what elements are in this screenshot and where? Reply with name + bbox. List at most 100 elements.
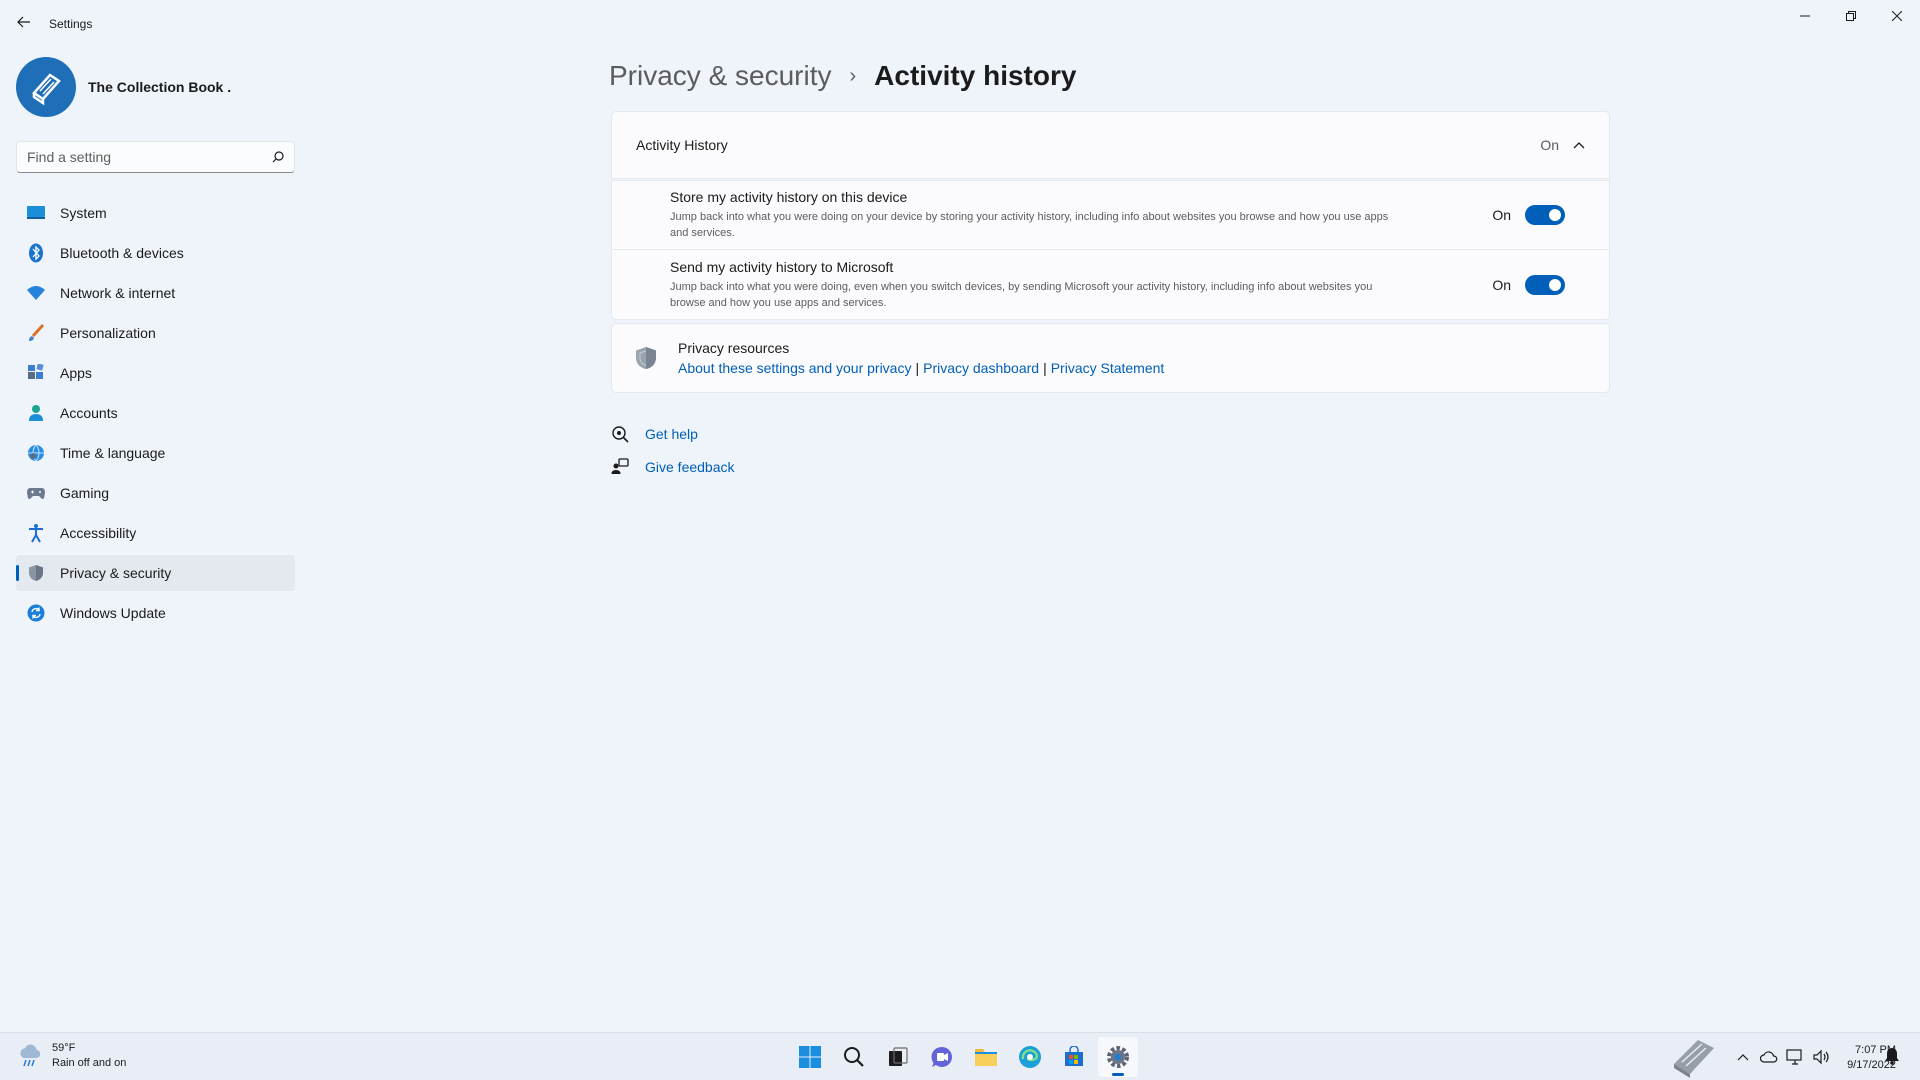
- store-icon: [1065, 1046, 1083, 1066]
- chevron-up-icon[interactable]: [1573, 141, 1585, 149]
- give-feedback-link[interactable]: Give feedback: [611, 458, 735, 476]
- teams-chat-icon: [931, 1046, 952, 1067]
- setting-text: Send my activity history to Microsoft Ju…: [670, 259, 1492, 311]
- weather-text: 59°F Rain off and on: [52, 1041, 126, 1071]
- sidebar-item-network[interactable]: Network & internet: [16, 275, 295, 311]
- setting-title: Send my activity history to Microsoft: [670, 258, 894, 275]
- privacy-links: About these settings and your privacy | Pr…: [678, 360, 1164, 376]
- sidebar-item-bluetooth[interactable]: Bluetooth & devices: [16, 235, 295, 271]
- taskbar-search-button[interactable]: [834, 1037, 874, 1077]
- toggle-knob: [1549, 209, 1561, 221]
- close-icon: [1892, 11, 1902, 21]
- setting-text: Store my activity history on this device…: [670, 189, 1492, 241]
- get-help-label: Get help: [645, 426, 698, 442]
- sidebar-item-system[interactable]: System: [16, 195, 295, 231]
- toggle-state-label: On: [1492, 276, 1511, 293]
- start-button[interactable]: [790, 1037, 830, 1077]
- sidebar-item-label: Windows Update: [60, 605, 166, 621]
- breadcrumb: Privacy & security › Activity history: [609, 54, 1076, 98]
- privacy-resources-text: Privacy resources About these settings a…: [678, 340, 1164, 376]
- sidebar-item-gaming[interactable]: Gaming: [16, 475, 295, 511]
- link-separator: |: [1043, 360, 1047, 376]
- chevron-right-icon: ›: [849, 64, 857, 87]
- accounts-icon: [26, 403, 46, 423]
- privacy-resources-title: Privacy resources: [678, 340, 790, 356]
- restore-button[interactable]: [1828, 0, 1874, 32]
- minimize-icon: [1800, 15, 1810, 17]
- sidebar-item-accessibility[interactable]: Accessibility: [16, 515, 295, 551]
- search-icon: [844, 1047, 864, 1067]
- weather-temp: 59°F: [52, 1042, 76, 1054]
- weather-widget[interactable]: 59°F Rain off and on: [18, 1041, 126, 1071]
- send-activity-toggle[interactable]: [1525, 274, 1565, 295]
- setting-description: Jump back into what you were doing on yo…: [670, 211, 1389, 239]
- bluetooth-icon: [26, 243, 46, 263]
- apps-icon: [26, 363, 46, 383]
- sidebar-item-label: Apps: [60, 365, 92, 381]
- restore-icon: [1846, 11, 1856, 21]
- store-activity-toggle[interactable]: [1525, 205, 1565, 225]
- sidebar-item-accounts[interactable]: Accounts: [16, 395, 295, 431]
- search-input[interactable]: [27, 149, 272, 165]
- privacy-resources-card: Privacy resources About these settings a…: [611, 323, 1610, 393]
- settings-taskbar-button[interactable]: [1098, 1037, 1138, 1077]
- sidebar-item-label: Accounts: [60, 405, 118, 421]
- settings-window: Settings The Collection Book . System: [0, 0, 1920, 1032]
- sidebar-item-apps[interactable]: Apps: [16, 355, 295, 391]
- search-icon[interactable]: [272, 151, 284, 163]
- sidebar-item-label: Personalization: [60, 325, 156, 341]
- setting-description: Jump back into what you were doing, even…: [670, 280, 1373, 309]
- user-profile[interactable]: The Collection Book .: [16, 56, 231, 118]
- privacy-statement-link[interactable]: Privacy Statement: [1051, 360, 1165, 376]
- wifi-icon: [26, 283, 46, 303]
- minimize-button[interactable]: [1782, 0, 1828, 32]
- rain-cloud-icon: [20, 1044, 41, 1067]
- back-arrow-icon: [17, 16, 30, 28]
- activity-history-expander[interactable]: Activity History On: [611, 111, 1610, 179]
- taskbar: 59°F Rain off and on 7:07 PM 9/17/2022: [0, 1032, 1920, 1080]
- task-view-button[interactable]: [878, 1037, 918, 1077]
- chat-button[interactable]: [922, 1037, 962, 1077]
- edge-button[interactable]: [1010, 1037, 1050, 1077]
- send-activity-setting: Send my activity history to Microsoft Ju…: [611, 250, 1610, 320]
- update-icon: [26, 603, 46, 623]
- folder-icon: [975, 1049, 997, 1066]
- gear-icon: [1107, 1046, 1129, 1068]
- network-icon[interactable]: [1785, 1047, 1805, 1067]
- sidebar-item-label: Time & language: [60, 445, 166, 461]
- close-button[interactable]: [1874, 0, 1920, 32]
- back-button[interactable]: [12, 10, 36, 34]
- sidebar-item-privacy-security[interactable]: Privacy & security: [16, 555, 295, 591]
- expander-state: On: [1540, 137, 1559, 153]
- sidebar-item-personalization[interactable]: Personalization: [16, 315, 295, 351]
- onedrive-icon[interactable]: [1759, 1047, 1779, 1067]
- store-button[interactable]: [1054, 1037, 1094, 1077]
- toggle-knob: [1549, 278, 1561, 291]
- privacy-dashboard-link[interactable]: Privacy dashboard: [923, 360, 1039, 376]
- app-title: Settings: [49, 17, 93, 31]
- chevron-up-icon[interactable]: [1733, 1047, 1753, 1067]
- sidebar-item-time-language[interactable]: Time & language: [16, 435, 295, 471]
- about-privacy-link[interactable]: About these settings and your privacy: [678, 360, 911, 376]
- book-watermark-icon: [1674, 1040, 1714, 1078]
- settings-search[interactable]: [16, 141, 295, 173]
- profile-name: The Collection Book .: [88, 79, 232, 95]
- book-logo-icon: [32, 73, 61, 106]
- get-help-link[interactable]: Get help: [611, 425, 698, 443]
- help-icon: [611, 425, 629, 443]
- sidebar-item-windows-update[interactable]: Windows Update: [16, 595, 295, 631]
- store-activity-setting: Store my activity history on this device…: [611, 180, 1610, 250]
- system-icon: [26, 203, 46, 223]
- breadcrumb-parent[interactable]: Privacy & security: [609, 60, 832, 92]
- avatar: [16, 57, 76, 117]
- notification-bell-icon[interactable]: [1884, 1047, 1904, 1067]
- title-bar: Settings: [0, 0, 1920, 48]
- link-separator: |: [915, 360, 920, 376]
- sidebar-item-label: System: [60, 205, 107, 221]
- weather-condition: Rain off and on: [52, 1057, 127, 1069]
- taskbar-apps: [788, 1037, 1140, 1077]
- sidebar-item-label: Privacy & security: [60, 565, 172, 581]
- sidebar-item-label: Bluetooth & devices: [60, 245, 184, 261]
- task-view-icon: [889, 1047, 908, 1066]
- file-explorer-button[interactable]: [966, 1037, 1006, 1077]
